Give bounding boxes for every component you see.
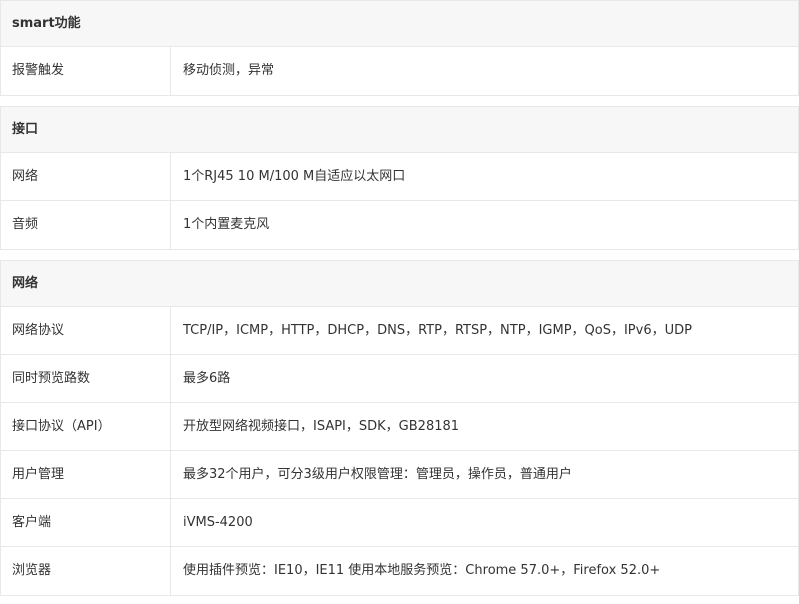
section-network: 网络 网络协议 TCP/IP，ICMP，HTTP，DHCP，DNS，RTP，RT…: [0, 260, 799, 596]
row-value: 使用插件预览：IE10，IE11 使用本地服务预览：Chrome 57.0+，F…: [183, 563, 661, 578]
row-value: 开放型网络视频接口，ISAPI，SDK，GB28181: [183, 419, 460, 434]
section-smart: smart功能 报警触发 移动侦测，异常: [0, 0, 799, 96]
row-label: 网络协议: [1, 307, 171, 354]
table-row: 网络 1个RJ45 10 M/100 M自适应以太网口: [1, 153, 798, 201]
table-row: 音频 1个内置麦克风: [1, 201, 798, 249]
table-row: 报警触发 移动侦测，异常: [1, 47, 798, 95]
table-row: 网络协议 TCP/IP，ICMP，HTTP，DHCP，DNS，RTP，RTSP，…: [1, 307, 798, 355]
section-header-interface: 接口: [1, 107, 798, 153]
row-value: 最多32个用户，可分3级用户权限管理：管理员，操作员，普通用户: [183, 467, 572, 482]
section-header-network: 网络: [1, 261, 798, 307]
section-header-smart: smart功能: [1, 1, 798, 47]
table-row: 接口协议（API） 开放型网络视频接口，ISAPI，SDK，GB28181: [1, 403, 798, 451]
table-row: 浏览器 使用插件预览：IE10，IE11 使用本地服务预览：Chrome 57.…: [1, 547, 798, 595]
row-value: iVMS-4200: [183, 515, 253, 530]
row-label: 浏览器: [1, 547, 171, 595]
row-value: 1个RJ45 10 M/100 M自适应以太网口: [183, 169, 406, 184]
row-value: 移动侦测，异常: [183, 63, 275, 78]
row-label: 网络: [1, 153, 171, 200]
row-value: 最多6路: [183, 371, 231, 386]
spec-table: smart功能 报警触发 移动侦测，异常 接口 网络 1个RJ45 10 M/1…: [0, 0, 799, 596]
row-label: 报警触发: [1, 47, 171, 95]
table-row: 同时预览路数 最多6路: [1, 355, 798, 403]
row-label: 同时预览路数: [1, 355, 171, 402]
row-label: 音频: [1, 201, 171, 249]
row-value: TCP/IP，ICMP，HTTP，DHCP，DNS，RTP，RTSP，NTP，I…: [183, 323, 692, 338]
row-label: 用户管理: [1, 451, 171, 498]
table-row: 客户端 iVMS-4200: [1, 499, 798, 547]
row-label: 客户端: [1, 499, 171, 546]
section-interface: 接口 网络 1个RJ45 10 M/100 M自适应以太网口 音频 1个内置麦克…: [0, 106, 799, 250]
table-row: 用户管理 最多32个用户，可分3级用户权限管理：管理员，操作员，普通用户: [1, 451, 798, 499]
row-label: 接口协议（API）: [1, 403, 171, 450]
row-value: 1个内置麦克风: [183, 217, 270, 232]
